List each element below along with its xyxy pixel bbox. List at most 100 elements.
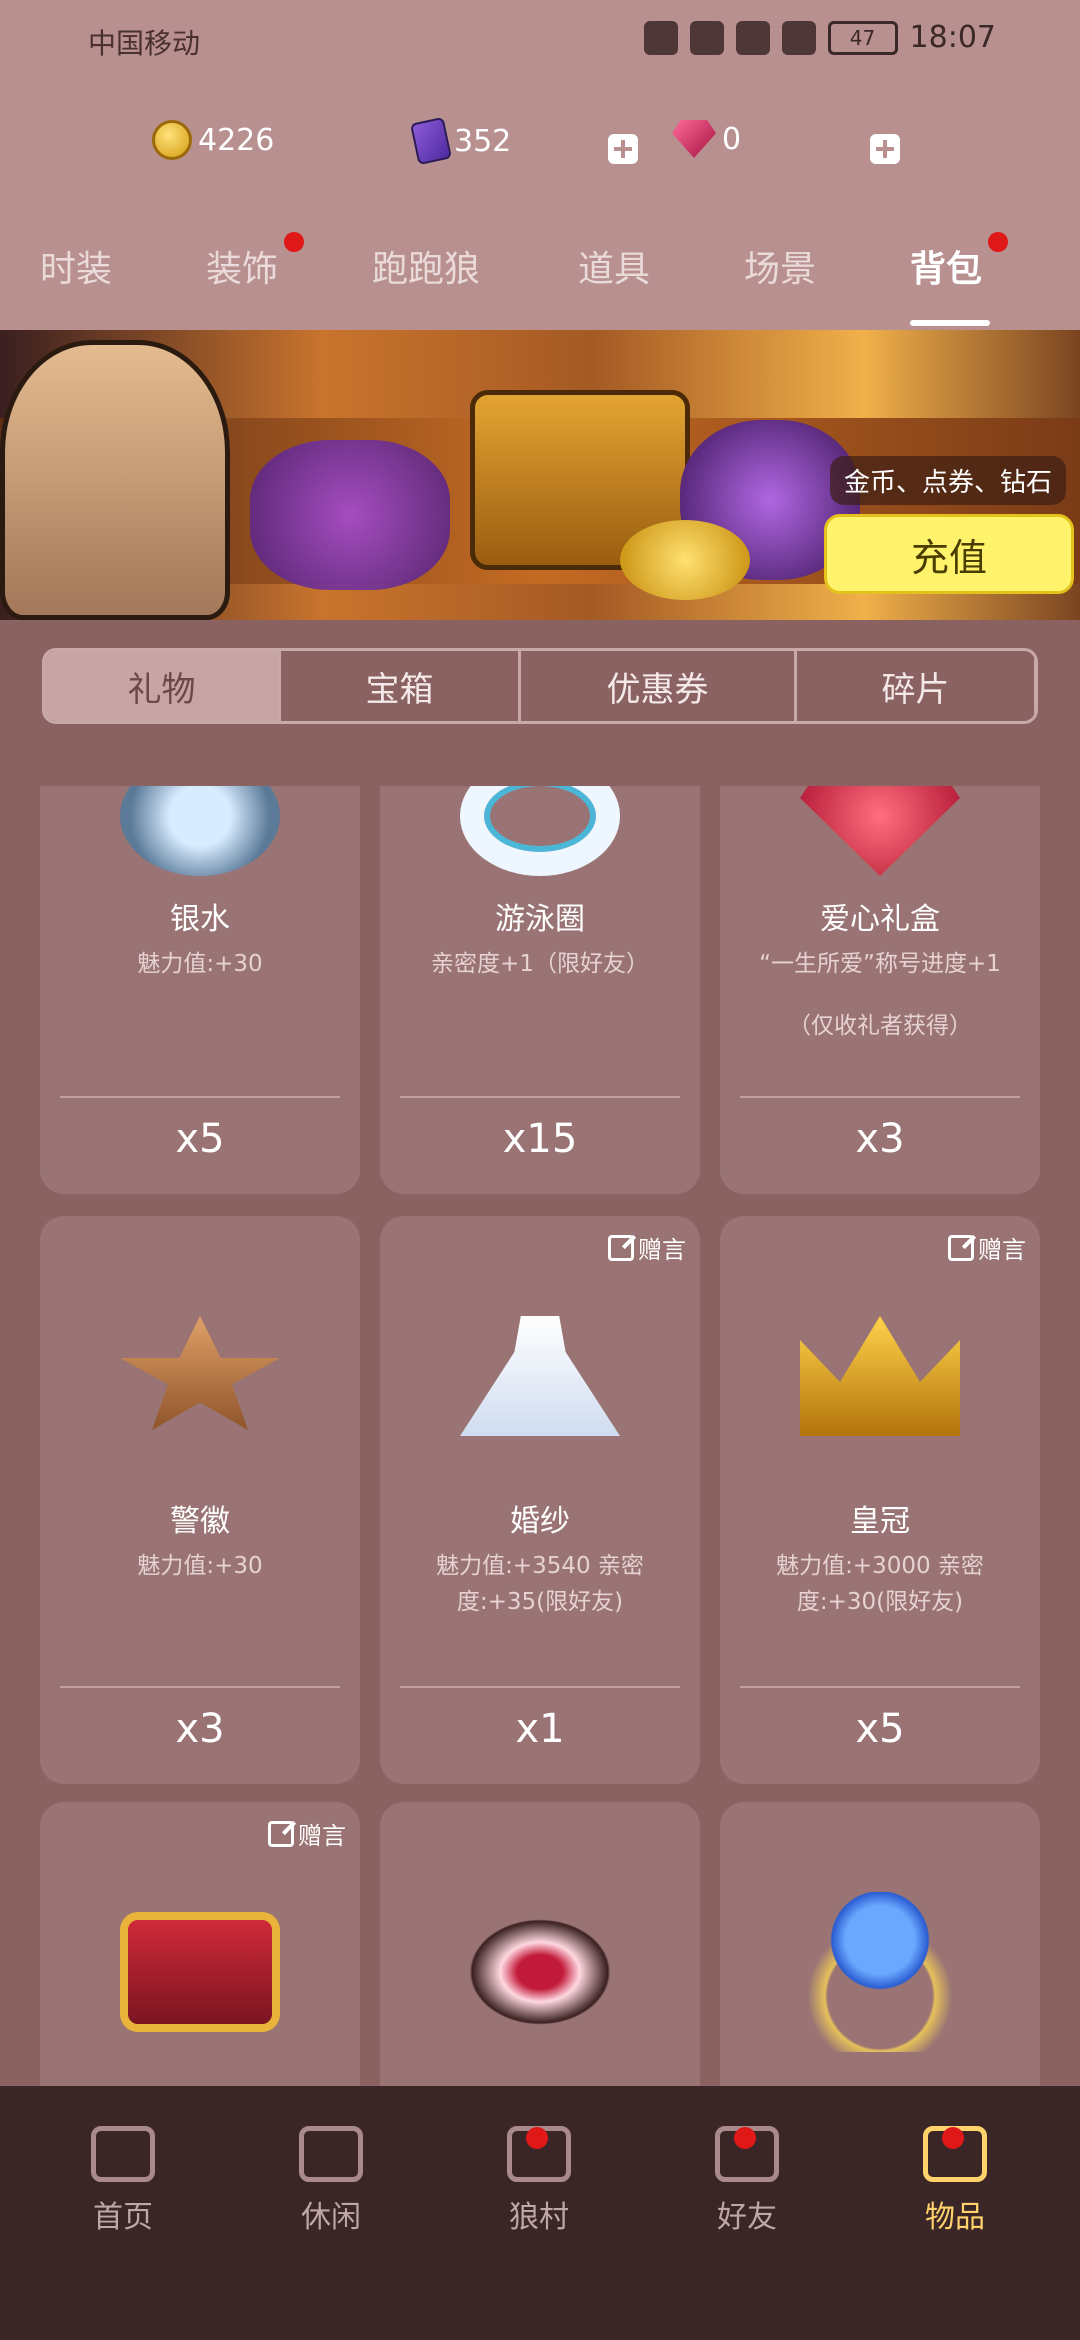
status-bar: 中国移动 47 18:07 bbox=[0, 0, 1080, 84]
currency-bar: 4226 352 0 bbox=[0, 116, 1080, 180]
wine-glass-icon bbox=[299, 2126, 363, 2182]
card-amount: 352 bbox=[454, 123, 512, 159]
item-name: 皇冠 bbox=[850, 1504, 910, 1539]
item-divider bbox=[740, 1096, 1020, 1098]
item-divider bbox=[60, 1686, 340, 1688]
tab-scene[interactable]: 场景 bbox=[744, 240, 816, 292]
silver-water-icon bbox=[120, 786, 280, 876]
item-card[interactable]: 爱心礼盒 “一生所爱”称号进度+1 （仅收礼者获得） x3 bbox=[720, 786, 1040, 1194]
item-desc: 魅力值:+30 bbox=[137, 951, 263, 977]
item-card[interactable] bbox=[380, 1802, 700, 2086]
edit-icon bbox=[608, 1234, 634, 1261]
diamond-icon bbox=[672, 120, 716, 158]
message-button[interactable]: 赠言 bbox=[608, 1230, 686, 1265]
item-desc-note: （仅收礼者获得） bbox=[788, 1013, 972, 1039]
items-bell-icon bbox=[923, 2126, 987, 2182]
item-divider bbox=[400, 1686, 680, 1688]
subtab-coupons[interactable]: 优惠券 bbox=[521, 651, 797, 721]
coin-balance: 4226 bbox=[152, 120, 274, 160]
item-divider bbox=[400, 1096, 680, 1098]
recharge-banner[interactable]: 金币、点券、钻石 充值 bbox=[0, 330, 1080, 620]
item-name: 爱心礼盒 bbox=[820, 902, 940, 937]
coin-amount: 4226 bbox=[198, 122, 275, 158]
subtab-gifts[interactable]: 礼物 bbox=[45, 651, 281, 721]
item-desc: 魅力值:+30 bbox=[137, 1553, 263, 1579]
add-diamonds-button[interactable] bbox=[870, 134, 900, 164]
item-count: x15 bbox=[502, 1116, 578, 1162]
tab-fashion[interactable]: 时装 bbox=[40, 240, 112, 292]
nfc-icon bbox=[689, 20, 724, 55]
notification-dot bbox=[734, 2127, 756, 2149]
tab-backpack[interactable]: 背包 bbox=[910, 232, 1009, 292]
heart-eye-icon bbox=[460, 1912, 620, 2032]
message-button[interactable]: 赠言 bbox=[268, 1816, 346, 1851]
item-card[interactable]: 赠言 婚纱 魅力值:+3540 亲密度:+35(限好友) x1 bbox=[380, 1216, 700, 1784]
recharge-button[interactable]: 充值 bbox=[824, 514, 1074, 594]
card-balance: 352 bbox=[410, 116, 512, 166]
item-desc: 魅力值:+3540 亲密度:+35(限好友) bbox=[436, 1553, 644, 1615]
item-card[interactable]: 警徽 魅力值:+30 x3 bbox=[40, 1216, 360, 1784]
crown-icon bbox=[800, 1316, 960, 1436]
vibrate-icon bbox=[781, 20, 816, 55]
item-count: x5 bbox=[175, 1116, 225, 1162]
item-divider bbox=[740, 1686, 1020, 1688]
home-icon bbox=[91, 2126, 155, 2182]
nav-friends[interactable]: 好友 bbox=[682, 2126, 812, 2246]
item-card[interactable]: 银水 魅力值:+30 x5 bbox=[40, 786, 360, 1194]
sheriff-badge-icon bbox=[120, 1316, 280, 1430]
wedding-dress-icon bbox=[460, 1316, 620, 1436]
subtab-fragments[interactable]: 碎片 bbox=[797, 651, 1035, 721]
bottom-nav: 首页 休闲 狼村 好友 物品 bbox=[0, 2086, 1080, 2340]
item-card[interactable]: 赠言 皇冠 魅力值:+3000 亲密度:+30(限好友) x5 bbox=[720, 1216, 1040, 1784]
notification-dot bbox=[284, 232, 305, 252]
edit-icon bbox=[268, 1820, 294, 1847]
top-area: 中国移动 47 18:07 4226 352 0 时装 装饰 跑跑狼 道具 场景… bbox=[0, 0, 1080, 330]
subtab-chests[interactable]: 宝箱 bbox=[281, 651, 521, 721]
nav-wolf-village[interactable]: 狼村 bbox=[474, 2126, 604, 2246]
notification-dot bbox=[526, 2127, 548, 2149]
item-card[interactable]: 赠言 bbox=[40, 1802, 360, 2086]
card-icon bbox=[410, 116, 452, 166]
gem-ring-icon bbox=[800, 1892, 960, 2052]
alarm-icon bbox=[735, 20, 770, 55]
banner-note: 金币、点券、钻石 bbox=[829, 456, 1066, 505]
item-card[interactable] bbox=[720, 1802, 1040, 2086]
notification-dot bbox=[942, 2127, 964, 2149]
item-card[interactable]: 游泳圈 亲密度+1（限好友） x15 bbox=[380, 786, 700, 1194]
active-tab-underline bbox=[910, 320, 990, 326]
add-cards-button[interactable] bbox=[608, 134, 638, 164]
tab-runner-wolf[interactable]: 跑跑狼 bbox=[372, 240, 480, 292]
coin-icon bbox=[152, 120, 192, 160]
item-desc: 魅力值:+3000 亲密度:+30(限好友) bbox=[776, 1553, 984, 1615]
treasure-chest-icon bbox=[120, 1912, 280, 2032]
status-time: 18:07 bbox=[909, 20, 996, 55]
nav-home[interactable]: 首页 bbox=[58, 2126, 188, 2246]
item-count: x1 bbox=[515, 1706, 565, 1752]
status-right: 47 18:07 bbox=[643, 20, 996, 55]
coins-illustration bbox=[620, 520, 750, 600]
nav-items[interactable]: 物品 bbox=[890, 2126, 1020, 2246]
character-illustration bbox=[0, 340, 230, 620]
item-count: x3 bbox=[855, 1116, 905, 1162]
tab-decoration[interactable]: 装饰 bbox=[206, 232, 305, 292]
item-count: x5 bbox=[855, 1706, 905, 1752]
diamond-amount: 0 bbox=[722, 121, 742, 157]
nav-leisure[interactable]: 休闲 bbox=[266, 2126, 396, 2246]
item-desc: 亲密度+1（限好友） bbox=[431, 951, 649, 977]
top-tabs: 时装 装饰 跑跑狼 道具 场景 背包 bbox=[0, 232, 1080, 330]
village-icon bbox=[507, 2126, 571, 2182]
item-name: 警徽 bbox=[170, 1504, 230, 1539]
tab-props[interactable]: 道具 bbox=[578, 240, 650, 292]
item-name: 婚纱 bbox=[510, 1504, 570, 1539]
friends-icon bbox=[715, 2126, 779, 2182]
carrier-label: 中国移动 bbox=[88, 27, 201, 60]
edit-icon bbox=[948, 1234, 974, 1261]
item-name: 银水 bbox=[170, 902, 230, 937]
swim-ring-icon bbox=[460, 786, 620, 876]
battery-icon: 47 bbox=[827, 20, 898, 55]
item-name: 游泳圈 bbox=[495, 902, 585, 937]
item-divider bbox=[60, 1096, 340, 1098]
item-count: x3 bbox=[175, 1706, 225, 1752]
message-button[interactable]: 赠言 bbox=[948, 1230, 1026, 1265]
sub-tabs: 礼物 宝箱 优惠券 碎片 bbox=[42, 648, 1038, 724]
